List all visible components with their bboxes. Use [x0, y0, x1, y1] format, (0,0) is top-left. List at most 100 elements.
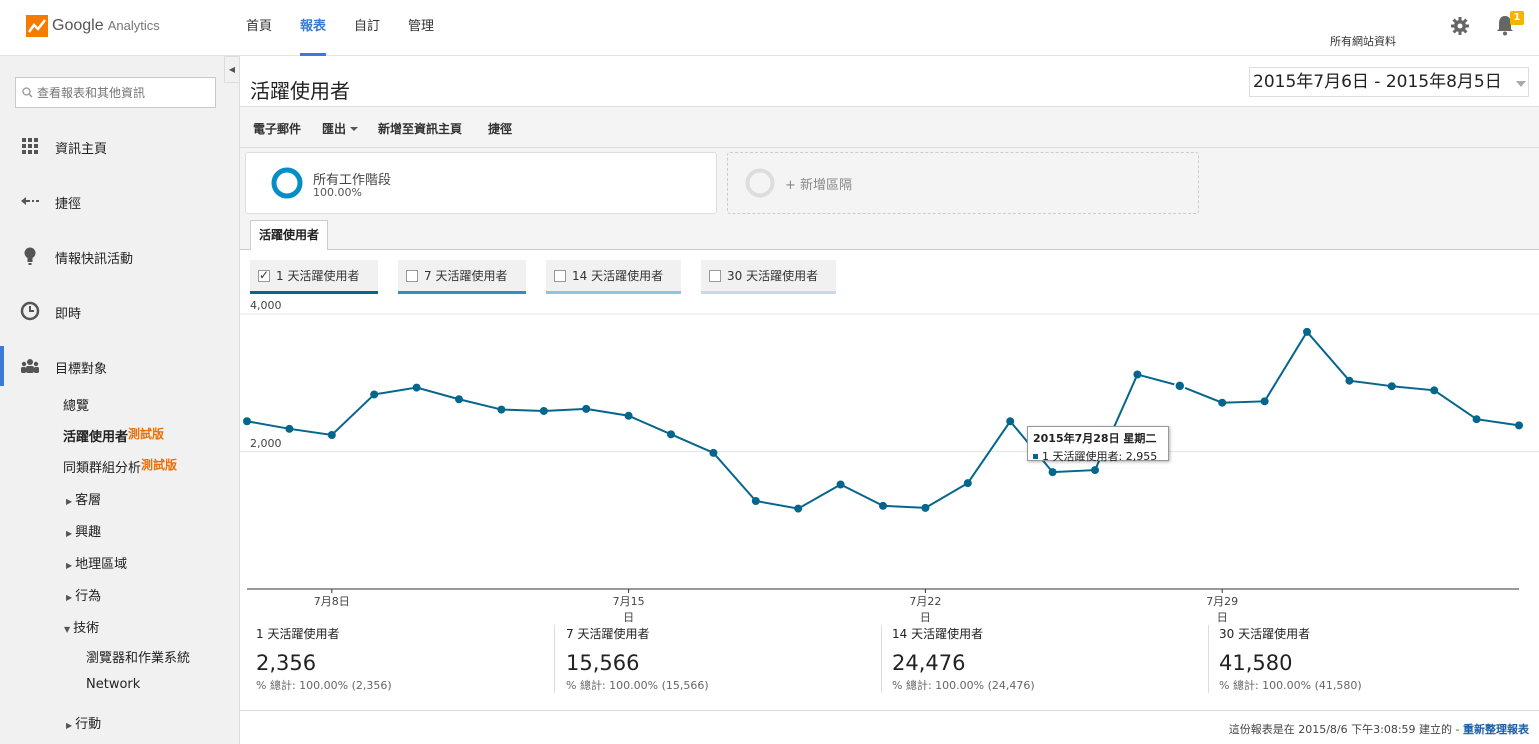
data-point[interactable]	[879, 501, 887, 510]
shortcut-button[interactable]: 捷徑	[488, 120, 512, 137]
data-point[interactable]	[455, 395, 463, 404]
data-point[interactable]	[1472, 415, 1481, 424]
export-button[interactable]: 匯出	[322, 120, 359, 137]
top-bar: Google Analytics 首頁 報表 自訂 管理 所有網站資料 1	[0, 0, 1539, 56]
data-point[interactable]	[751, 497, 760, 505]
nav-reports[interactable]: 報表	[286, 0, 340, 56]
data-point[interactable]	[836, 480, 845, 489]
segment-percent: 100.00%	[313, 186, 362, 199]
sidebar-item-shortcuts[interactable]: 捷徑	[0, 181, 240, 221]
date-range-picker[interactable]: 2015年7月6日 - 2015年8月5日	[1249, 67, 1529, 97]
data-point[interactable]	[243, 417, 251, 426]
data-point[interactable]	[1133, 370, 1142, 379]
metric-toggle-1day[interactable]: 1 天活躍使用者	[250, 260, 378, 294]
sidebar-item-realtime[interactable]: 即時	[0, 291, 240, 331]
data-point[interactable]	[497, 405, 506, 414]
logo[interactable]: Google Analytics	[26, 13, 160, 39]
segment-card[interactable]: 所有工作階段 100.00%	[245, 152, 717, 214]
sidebar-sub-interests[interactable]: ▶ 興趣	[66, 521, 101, 540]
footer-divider	[240, 710, 1539, 711]
metric-toggle-14day[interactable]: 14 天活躍使用者	[546, 260, 681, 294]
notification-badge: 1	[1510, 11, 1524, 25]
line-chart: 2,000 4,000 7月8日 7月15日 7月22日 7月29日 2015年7月28…	[240, 299, 1539, 624]
data-point[interactable]	[1345, 376, 1354, 385]
sidebar-item-dashboards[interactable]: 資訊主頁	[0, 126, 240, 166]
chart-svg	[240, 313, 1539, 593]
summary-label: 1 天活躍使用者	[256, 627, 340, 641]
sidebar-sub-active-users[interactable]: 活躍使用者測試版	[63, 425, 164, 445]
data-point[interactable]	[667, 430, 675, 439]
data-point[interactable]	[963, 479, 972, 488]
sidebar-collapse-button[interactable]: ◀	[224, 56, 240, 83]
sidebar-sub-cohort[interactable]: 同類群組分析測試版	[63, 456, 177, 476]
logo-text: Google Analytics	[52, 17, 160, 35]
data-point[interactable]	[582, 404, 591, 413]
checkbox[interactable]	[554, 269, 566, 282]
sidebar-sub-browser-os[interactable]: 瀏覽器和作業系統	[86, 647, 190, 666]
summary-value: 24,476	[892, 651, 966, 675]
search-input[interactable]	[37, 85, 207, 100]
search-box[interactable]	[15, 77, 216, 108]
data-point[interactable]	[624, 411, 633, 420]
data-point[interactable]	[794, 504, 803, 513]
sidebar-item-label: 情報快訊活動	[55, 252, 134, 267]
summary-percent: % 總計: 100.00% (41,580)	[1219, 679, 1362, 692]
data-point[interactable]	[1260, 397, 1269, 406]
data-point[interactable]	[1006, 417, 1015, 426]
footer-text: 這份報表是在 2015/8/6 下午3:08:59 建立的 -	[1228, 723, 1460, 736]
nav-admin[interactable]: 管理	[394, 0, 448, 56]
account-selector[interactable]: 所有網站資料	[1330, 33, 1396, 49]
search-icon	[22, 87, 33, 98]
sidebar-sub-network[interactable]: Network	[86, 677, 140, 692]
sidebar-sub-behavior[interactable]: ▶ 行為	[66, 585, 101, 604]
data-point[interactable]	[285, 424, 294, 433]
sub-item-label: 興趣	[75, 525, 102, 540]
data-point[interactable]	[1048, 468, 1057, 477]
gear-icon[interactable]	[1450, 16, 1470, 36]
metric-toggle-7day[interactable]: 7 天活躍使用者	[398, 260, 526, 294]
email-button[interactable]: 電子郵件	[253, 120, 301, 137]
summary-label: 7 天活躍使用者	[566, 627, 650, 641]
data-point[interactable]	[709, 448, 718, 457]
add-to-dashboard-button[interactable]: 新增至資訊主頁	[378, 120, 462, 137]
data-point[interactable]	[921, 503, 930, 512]
tab-active-users[interactable]: 活躍使用者	[250, 220, 329, 251]
data-point[interactable]	[1515, 421, 1523, 430]
data-point[interactable]	[370, 390, 379, 399]
checkbox[interactable]	[709, 269, 721, 282]
data-point[interactable]	[539, 406, 548, 415]
sidebar-sub-geo[interactable]: ▶ 地理區域	[66, 553, 127, 572]
report-content: 1 天活躍使用者 7 天活躍使用者 14 天活躍使用者 30 天活躍使用者 2,…	[240, 250, 1539, 744]
refresh-report-link[interactable]: 重新整理報表	[1463, 723, 1529, 736]
tooltip-title: 2015年7月28日 星期二	[1033, 432, 1157, 445]
checkbox[interactable]	[406, 269, 418, 282]
shortcut-arrow-icon	[21, 197, 39, 205]
summary-divider	[881, 625, 882, 693]
data-point[interactable]	[327, 431, 336, 439]
data-point[interactable]	[412, 383, 421, 392]
metric-toggle-30day[interactable]: 30 天活躍使用者	[701, 260, 836, 294]
data-point[interactable]	[1387, 382, 1396, 391]
data-point[interactable]	[1218, 398, 1227, 407]
tab-row: 活躍使用者	[240, 220, 1539, 251]
metric-toggle-label: 7 天活躍使用者	[424, 269, 508, 283]
metric-toggle-label: 1 天活躍使用者	[276, 269, 360, 283]
nav-customization[interactable]: 自訂	[340, 0, 394, 56]
add-segment-button[interactable]: + 新增區隔	[727, 152, 1199, 214]
date-range-text: 2015年7月6日 - 2015年8月5日	[1253, 72, 1502, 92]
data-point[interactable]	[1303, 327, 1311, 336]
chevron-down-icon	[1516, 81, 1526, 87]
checkbox-checked[interactable]	[258, 268, 270, 282]
nav-home[interactable]: 首頁	[232, 0, 286, 56]
sidebar-sub-demographics[interactable]: ▶ 客層	[66, 489, 101, 508]
data-point[interactable]	[1430, 386, 1439, 395]
sidebar-item-audience[interactable]: 目標對象	[0, 346, 240, 386]
sidebar-sub-mobile[interactable]: ▶ 行動	[66, 713, 101, 732]
metric-toggle-label: 14 天活躍使用者	[572, 269, 664, 283]
data-point[interactable]	[1174, 380, 1186, 392]
title-bar: 活躍使用者 2015年7月6日 - 2015年8月5日	[240, 56, 1539, 106]
data-point[interactable]	[1091, 466, 1099, 475]
sidebar-sub-overview[interactable]: 總覽	[63, 395, 89, 414]
sidebar-item-intelligence[interactable]: 情報快訊活動	[0, 236, 240, 276]
sidebar-sub-technology[interactable]: ▼ 技術	[64, 617, 99, 636]
